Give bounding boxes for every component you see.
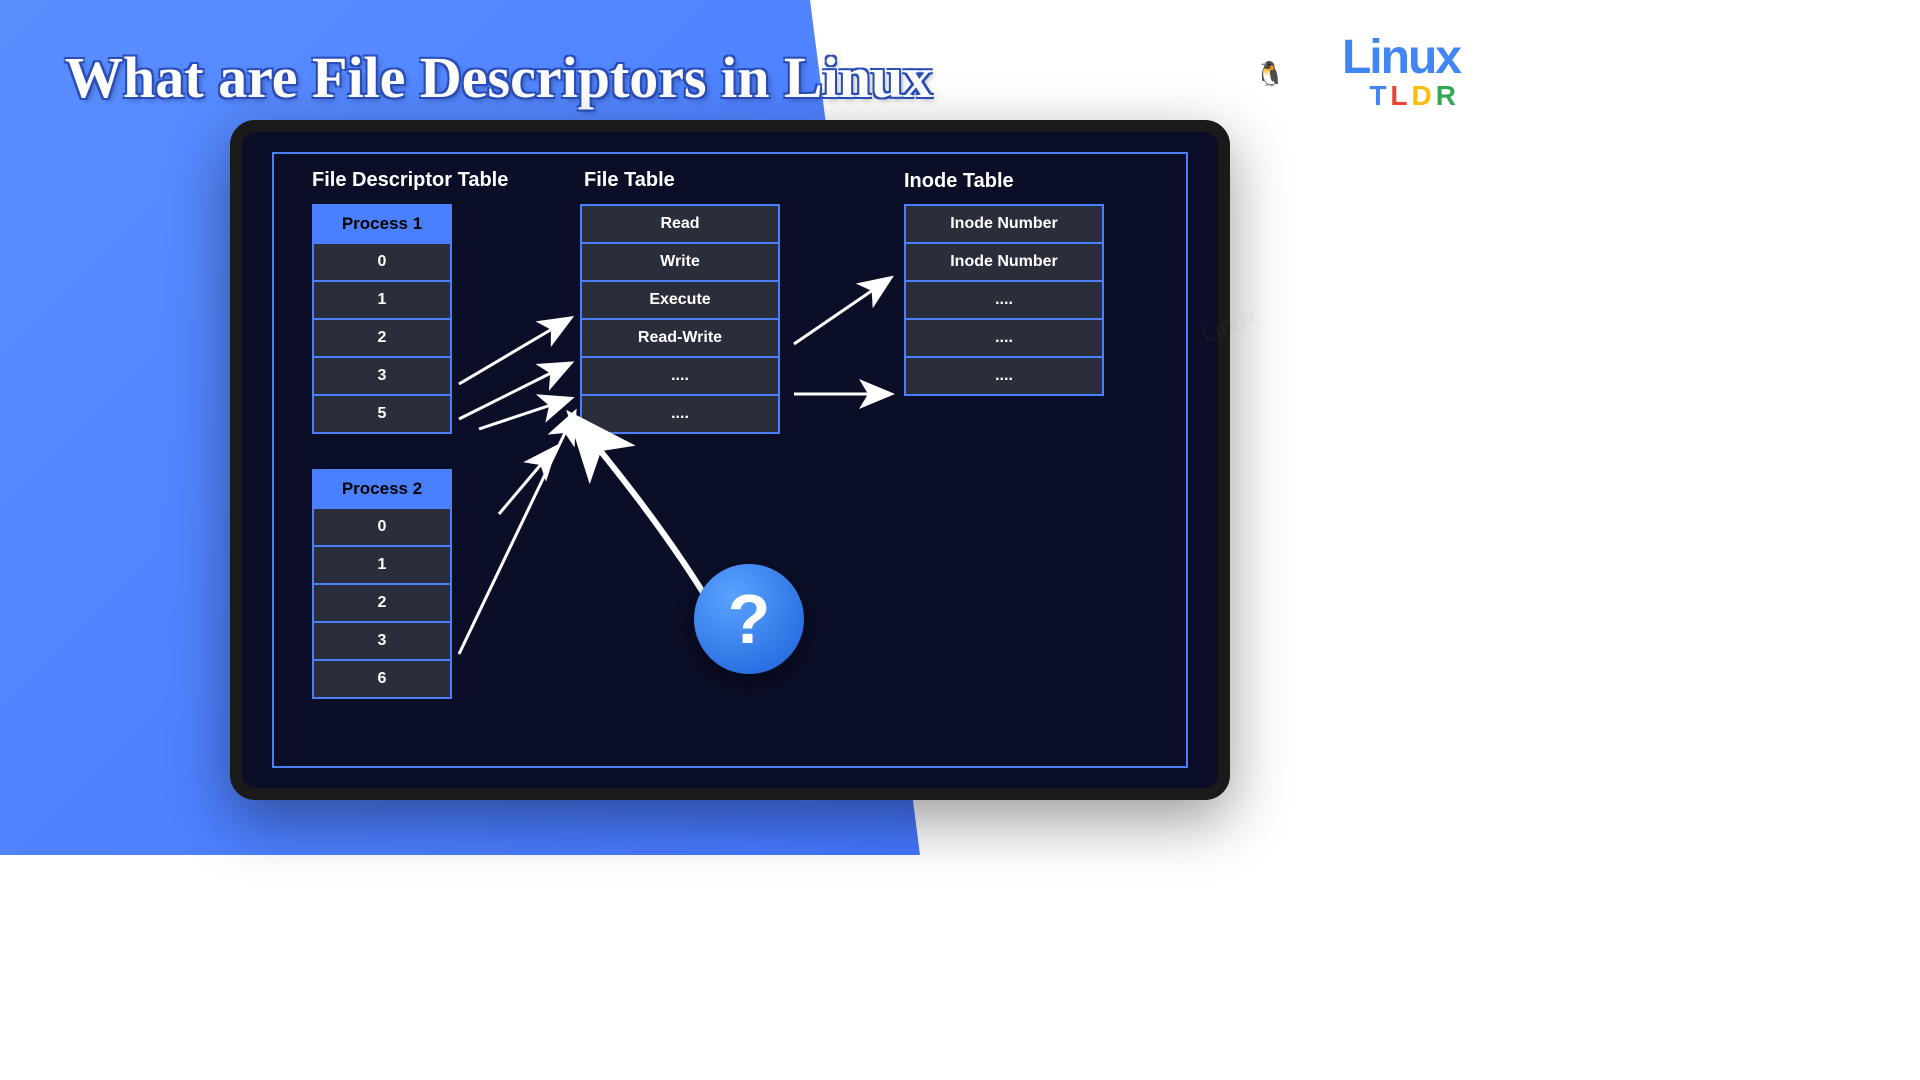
process1-table: Process 1 0 1 2 3 5 (312, 204, 452, 434)
question-badge: ? (694, 564, 804, 674)
p2-row: 1 (314, 547, 450, 585)
ft-row: Write (582, 244, 778, 282)
p1-row: 1 (314, 282, 450, 320)
page-title: What are File Descriptors in Linux (65, 40, 932, 115)
question-icon: ? (728, 579, 771, 659)
ft-row: .... (582, 358, 778, 396)
it-row: Inode Number (906, 244, 1102, 282)
p2-row: 0 (314, 509, 450, 547)
p2-row: 3 (314, 623, 450, 661)
inner-frame: File Descriptor Table File Table Inode T… (272, 152, 1188, 768)
ft-row: Read (582, 206, 778, 244)
process2-table: Process 2 0 1 2 3 6 (312, 469, 452, 699)
p1-row: 0 (314, 244, 450, 282)
p2-row: 2 (314, 585, 450, 623)
it-row: .... (906, 282, 1102, 320)
logo: 🐧 Linux TLDR (1342, 30, 1460, 112)
penguin-icon: 🐧 (1255, 60, 1285, 89)
inode-table-title: Inode Table (904, 170, 1014, 193)
file-table: Read Write Execute Read-Write .... .... (580, 204, 780, 434)
p1-row: 3 (314, 358, 450, 396)
ft-row: Execute (582, 282, 778, 320)
diagram-container: File Descriptor Table File Table Inode T… (230, 120, 1230, 800)
process2-header: Process 2 (314, 471, 450, 509)
it-row: .... (906, 358, 1102, 394)
p1-row: 2 (314, 320, 450, 358)
logo-main: Linux (1342, 30, 1460, 85)
fd-table-title: File Descriptor Table (312, 169, 508, 192)
inode-table: Inode Number Inode Number .... .... .... (904, 204, 1104, 396)
process1-header: Process 1 (314, 206, 450, 244)
ft-row: .... (582, 396, 778, 432)
p2-row: 6 (314, 661, 450, 697)
it-row: .... (906, 320, 1102, 358)
file-table-title: File Table (584, 169, 675, 192)
it-row: Inode Number (906, 206, 1102, 244)
ft-row: Read-Write (582, 320, 778, 358)
p1-row: 5 (314, 396, 450, 432)
